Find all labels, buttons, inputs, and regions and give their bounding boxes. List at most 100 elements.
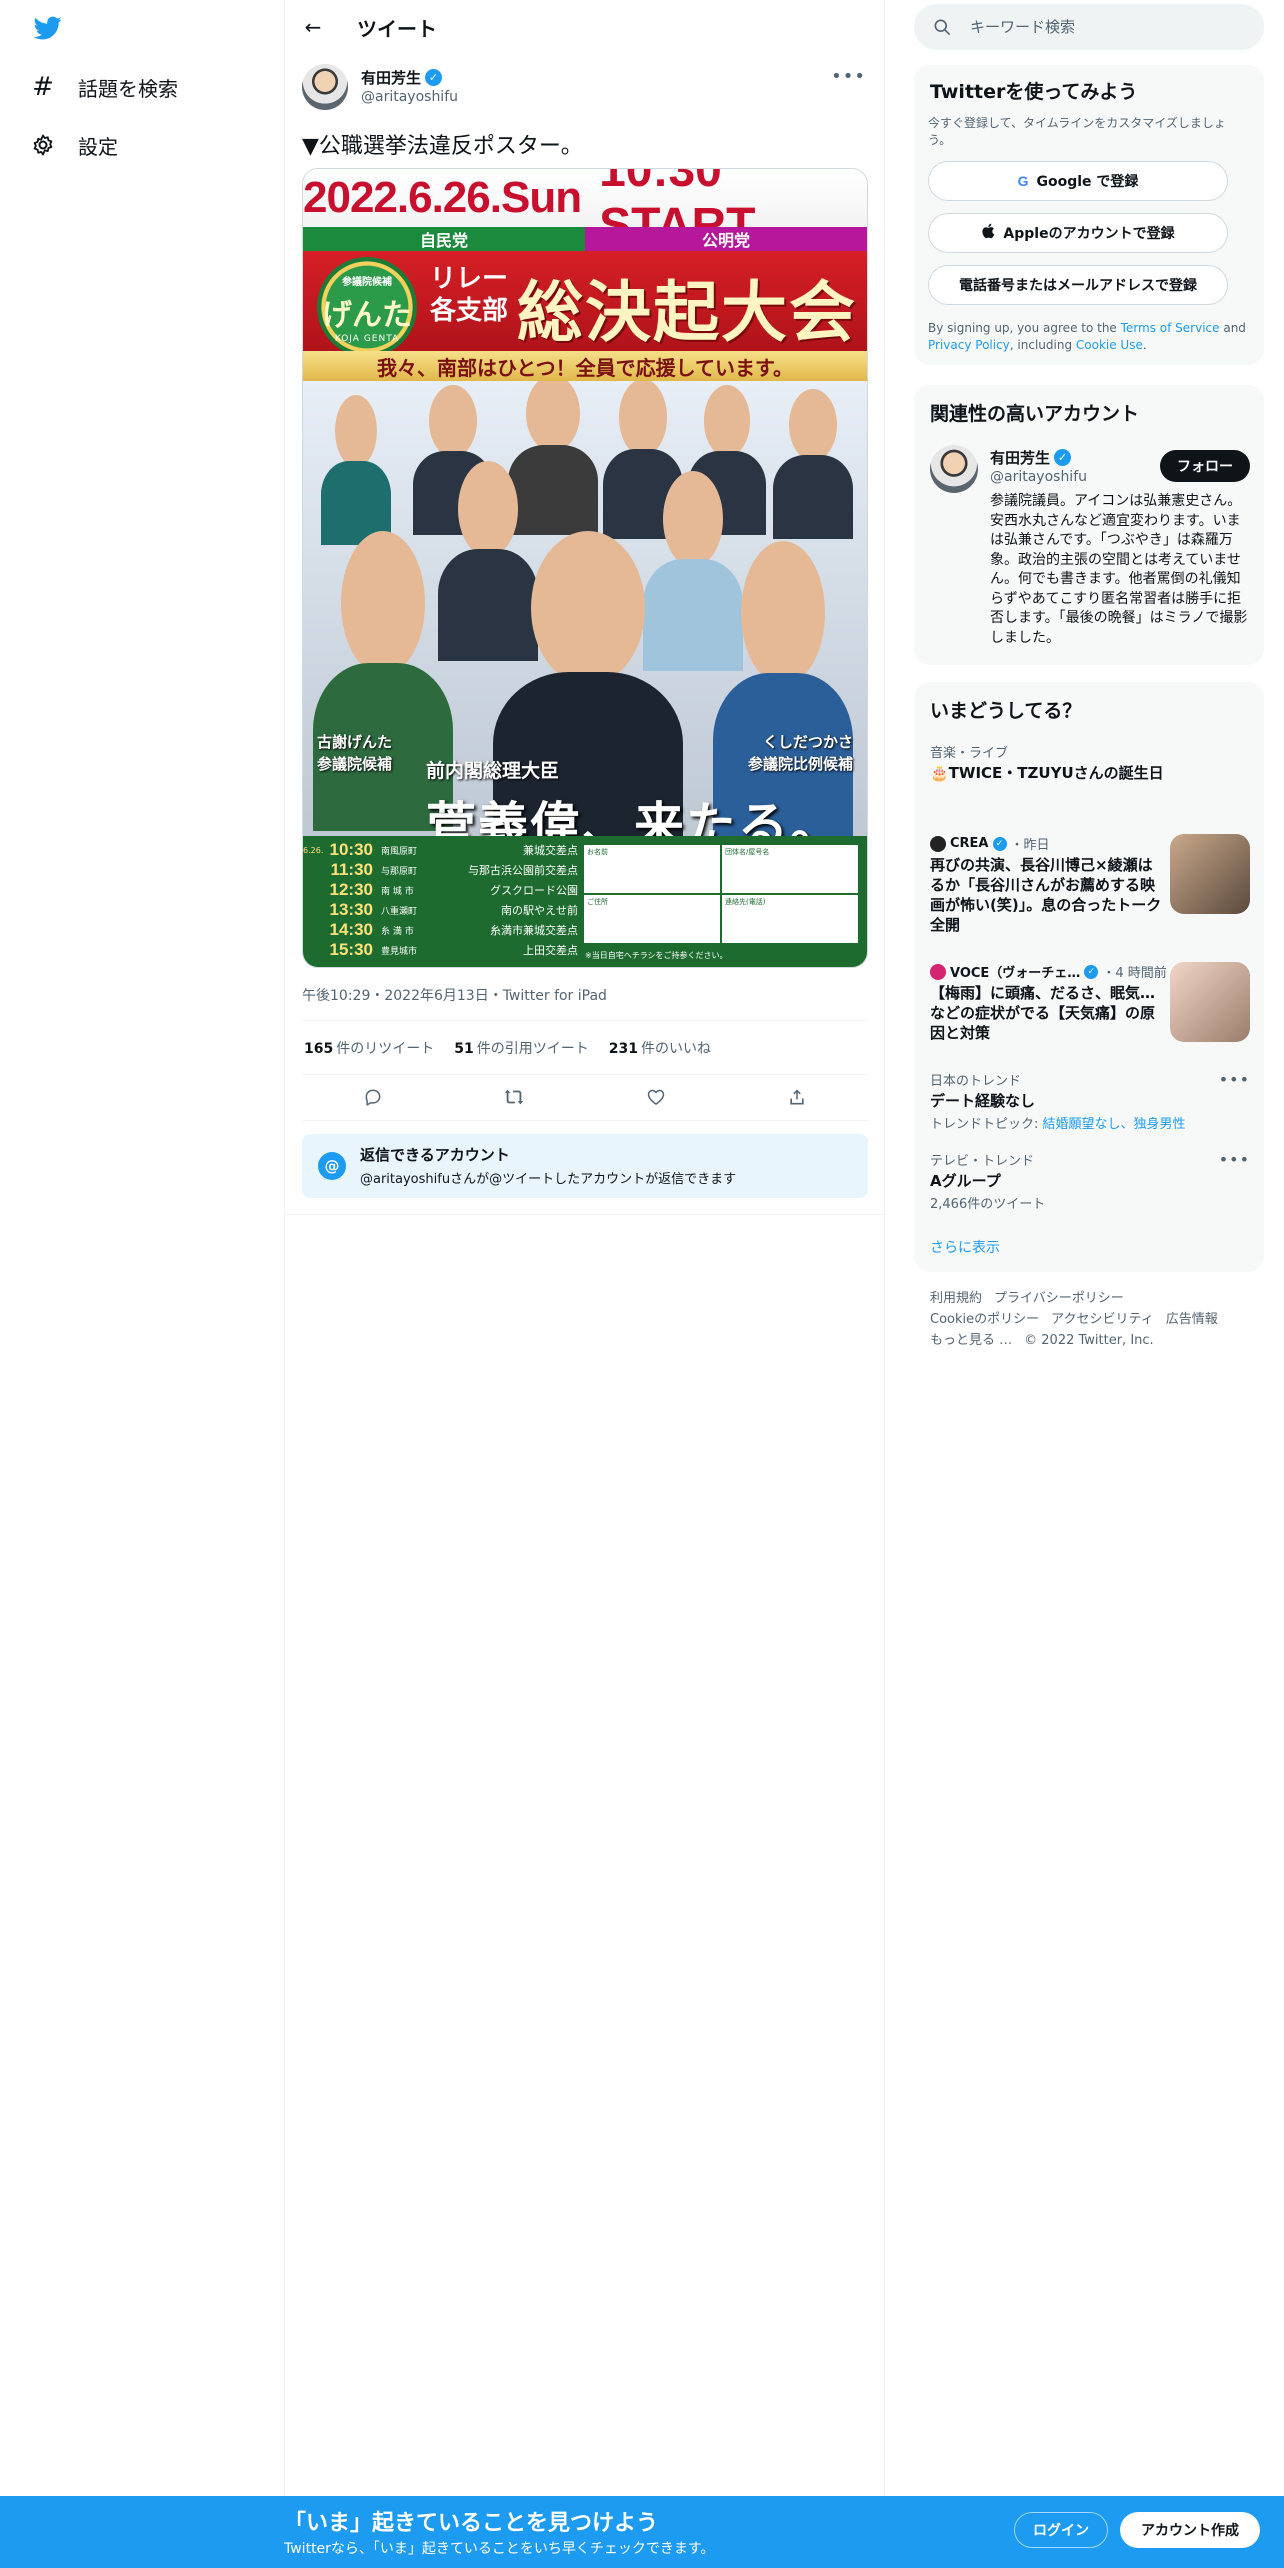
- terms-of-service-link[interactable]: Terms of Service: [1121, 321, 1220, 335]
- divider: [302, 1020, 868, 1021]
- poster-person: [773, 389, 853, 539]
- nav-explore[interactable]: # 話題を検索: [30, 62, 178, 112]
- poster-photo: 古謝げんた 参議院候補 くしだつかさ 参議院比例候補 前内閣総理大臣 菅義偉、来…: [303, 381, 867, 836]
- poster-left-candidate: 古謝げんた 参議院候補: [317, 733, 393, 773]
- trend-item[interactable]: 日本のトレンド デート経験なし トレンドトピック: 結婚願望なし、独身男性 ••…: [930, 1070, 1250, 1132]
- quote-count[interactable]: 51 件の引用ツイート: [454, 1038, 588, 1058]
- show-more-link[interactable]: さらに表示: [930, 1237, 1000, 1257]
- search-bar[interactable]: [914, 4, 1264, 50]
- login-button[interactable]: ログイン: [1014, 2512, 1108, 2548]
- google-signup-label: Google で登録: [1036, 174, 1139, 190]
- author-handle[interactable]: @aritayoshifu: [361, 89, 458, 105]
- verified-badge-icon: ✓: [1054, 449, 1072, 466]
- poster-schedule: 6.26. 10:30 南風原町 兼城交差点 11:30 与那原町 与那古浜公園前交差点 12…: [303, 836, 867, 967]
- like-count[interactable]: 231 件のいいね: [609, 1038, 711, 1058]
- privacy-policy-link[interactable]: Privacy Policy: [928, 338, 1010, 352]
- signup-subtitle: 今すぐ登録して、タイムラインをカスタマイズしましょう。: [928, 116, 1226, 147]
- poster-form-cell: お名前: [583, 844, 721, 894]
- share-icon[interactable]: [780, 1080, 814, 1114]
- google-signup-button[interactable]: G Google で登録: [928, 161, 1228, 201]
- news-item[interactable]: VOCE（ヴォーチェ… ✓ ・4 時間前 【梅雨】に頭痛、だるさ、眠気…などの症…: [930, 962, 1250, 1043]
- nav-settings[interactable]: 設定: [30, 120, 118, 170]
- poster-party-ldp: 自民党: [303, 227, 585, 251]
- poster-schedule-time: 12:30: [329, 880, 373, 899]
- poster-headline: 総決起大会: [517, 274, 857, 351]
- poster-schedule-town: 南風原町: [381, 846, 418, 857]
- poster-badge-en: KOJA GENTA: [334, 334, 400, 344]
- poster-schedule-time: 14:30: [329, 920, 373, 939]
- footer-link[interactable]: 広告情報: [1166, 1312, 1218, 1327]
- divider: [302, 1074, 868, 1075]
- back-arrow-icon[interactable]: ←: [297, 11, 329, 43]
- poster-schedule-row: 11:30 与那原町 与那古浜公園前交差点: [303, 860, 578, 880]
- author-name[interactable]: 有田芳生 ✓: [361, 67, 443, 88]
- phone-email-signup-button[interactable]: 電話番号またはメールアドレスで登録: [928, 265, 1228, 305]
- retweet-count[interactable]: 165 件のリツイート: [304, 1038, 434, 1058]
- footer-copyright: © 2022 Twitter, Inc.: [1024, 1333, 1154, 1348]
- footer-link[interactable]: 利用規約: [930, 1291, 982, 1306]
- trend-item[interactable]: テレビ・トレンド Aグループ 2,466件のツイート •••: [930, 1150, 1250, 1212]
- reply-restriction-title: 返信できるアカウント: [360, 1146, 510, 1164]
- trend-category: テレビ・トレンド: [930, 1154, 1035, 1169]
- poster-schedule-town: 南 城 市: [381, 886, 414, 897]
- poster-candidate-badge: 参議院候補 げんた KOJA GENTA: [317, 257, 417, 357]
- signup-title: Twitterを使ってみよう: [930, 81, 1138, 103]
- poster-schedule-place: グスクロード公園: [490, 884, 578, 897]
- reply-restriction-text: @aritayoshifuさんが@ツイートしたアカウントが返信できます: [360, 1172, 737, 1187]
- poster-form: お名前 団体名/屋号名 ご住所 連絡先(電話): [583, 844, 859, 944]
- cookie-use-link[interactable]: Cookie Use: [1076, 338, 1143, 352]
- apple-signup-label: Appleのアカウントで登録: [1003, 226, 1175, 242]
- poster-form-cell: ご住所: [583, 894, 721, 944]
- search-input[interactable]: [970, 4, 1250, 50]
- tweet-text: ▼公職選挙法違反ポスター。: [302, 134, 583, 159]
- gear-icon: [30, 132, 56, 158]
- create-account-button[interactable]: アカウント作成: [1120, 2512, 1260, 2548]
- related-account-avatar[interactable]: [930, 445, 978, 493]
- footer-link[interactable]: プライバシーポリシー: [994, 1291, 1124, 1306]
- tweet-image-poster[interactable]: 2022.6.26.Sun 10:30 START 自民党 公明党 参議院候補 …: [302, 168, 868, 968]
- related-account-name[interactable]: 有田芳生 ✓: [990, 447, 1072, 468]
- twitter-logo-icon[interactable]: [32, 14, 64, 42]
- poster-schedule-date: 6.26.: [303, 845, 324, 855]
- trend-item[interactable]: 音楽・ライブ 🎂TWICE・TZUYUさんの誕生日: [930, 742, 1250, 783]
- poster-schedule-place: 上田交差点: [523, 944, 578, 957]
- poster-person: [321, 395, 391, 545]
- footer-link[interactable]: アクセシビリティ: [1051, 1312, 1154, 1327]
- divider: [285, 1214, 885, 1215]
- more-options-icon[interactable]: •••: [831, 66, 866, 87]
- more-options-icon[interactable]: •••: [1219, 1070, 1250, 1089]
- news-item[interactable]: CREA ✓ ・昨日 再びの共演、長谷川博己×綾瀬はるか「長谷川さんがお薦めする…: [930, 834, 1250, 935]
- poster-schedule-town: 豊見城市: [381, 946, 418, 957]
- apple-signup-button[interactable]: Appleのアカウントで登録: [928, 213, 1228, 253]
- related-account-handle[interactable]: @aritayoshifu: [990, 469, 1087, 485]
- related-account-bio: 参議院議員。アイコンは弘兼憲史さん。安西水丸さんなど適宜変わります。いまは弘兼さ…: [990, 493, 1248, 646]
- more-options-icon[interactable]: •••: [1219, 1150, 1250, 1169]
- poster-pm-label: 前内閣総理大臣: [426, 760, 560, 782]
- poster-schedule-row: 12:30 南 城 市 グスクロード公園: [303, 880, 578, 900]
- poster-date-band: 2022.6.26.Sun 10:30 START: [303, 169, 867, 252]
- author-name-text: 有田芳生: [361, 69, 422, 87]
- news-title: 再びの共演、長谷川博己×綾瀬はるか「長谷川さんがお薦めする映画が怖い(笑)」。息…: [930, 856, 1162, 934]
- footer-link[interactable]: もっと見る …: [930, 1333, 1012, 1348]
- author-avatar[interactable]: [302, 64, 348, 110]
- reply-icon[interactable]: [356, 1080, 390, 1114]
- divider: [302, 1120, 868, 1121]
- poster-pm-name: 菅義偉、来たる。: [426, 797, 842, 836]
- like-heart-icon[interactable]: [639, 1080, 673, 1114]
- trend-topics-link[interactable]: 結婚願望なし、独身男性: [1043, 1117, 1186, 1132]
- trend-category: 日本のトレンド: [930, 1074, 1022, 1089]
- poster-schedule-time: 13:30: [329, 900, 373, 919]
- terms-text: and: [1219, 321, 1246, 335]
- poster-schedule-row: 15:30 豊見城市 上田交差点: [303, 940, 578, 960]
- news-source-name: VOCE（ヴォーチェ…: [950, 966, 1081, 981]
- poster-form-cell: 連絡先(電話): [721, 894, 859, 944]
- trends-card: いまどうしてる？ 音楽・ライブ 🎂TWICE・TZUYUさんの誕生日 CREA …: [914, 682, 1264, 1272]
- related-account-name-text: 有田芳生: [990, 449, 1051, 467]
- news-thumbnail: [1170, 962, 1250, 1042]
- retweet-icon[interactable]: [497, 1080, 531, 1114]
- footer-link[interactable]: Cookieのポリシー: [930, 1312, 1039, 1327]
- poster-schedule-place: 南の駅やえせ前: [501, 904, 578, 917]
- news-time: ・昨日: [1010, 838, 1050, 853]
- tweet-timestamp[interactable]: 午後10:29・2022年6月13日・Twitter for iPad: [302, 985, 607, 1005]
- follow-button[interactable]: フォロー: [1160, 450, 1250, 482]
